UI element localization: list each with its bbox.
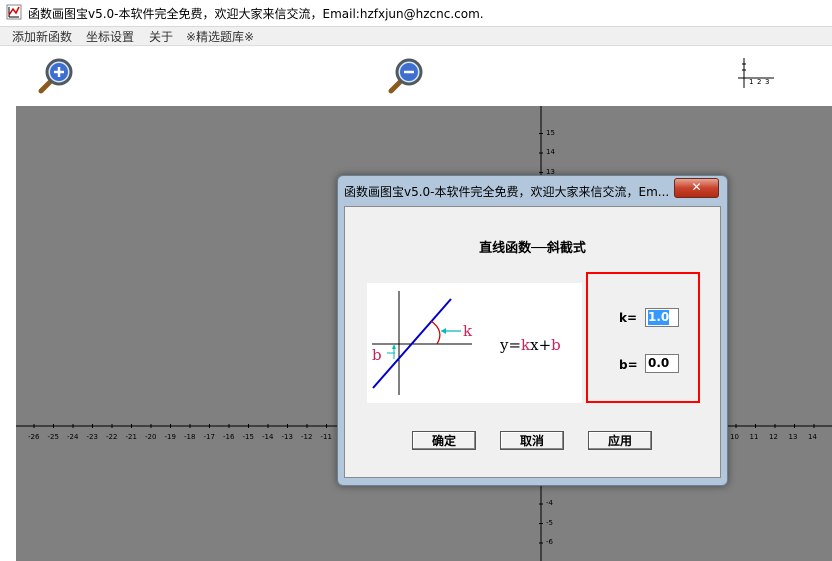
x-tick-label: -13 xyxy=(281,433,293,441)
menu-about[interactable]: 关于 xyxy=(149,28,173,45)
x-tick-label: 14 xyxy=(808,433,817,441)
app-icon xyxy=(6,4,22,20)
x-tick-label: -20 xyxy=(145,433,157,441)
slope-intercept-figure: k b y=kx+b xyxy=(367,283,582,403)
x-tick-label: -22 xyxy=(106,433,118,441)
x-tick-label: 11 xyxy=(749,433,759,441)
x-tick-label: -16 xyxy=(223,433,235,441)
figure-label-k: k xyxy=(463,322,473,340)
axes-icon-tick-1: 1 xyxy=(749,78,753,86)
x-tick-label: 10 xyxy=(730,433,739,441)
parameter-highlight xyxy=(586,272,700,403)
x-tick-label: -25 xyxy=(47,433,59,441)
x-tick-label: -15 xyxy=(242,433,254,441)
close-button[interactable]: ✕ xyxy=(674,178,719,198)
x-tick-label: -18 xyxy=(184,433,196,441)
y-tick-label: -4 xyxy=(546,499,553,507)
x-tick-label: -14 xyxy=(262,433,274,441)
axes-icon-tick-3: 3 xyxy=(765,78,769,86)
x-tick-label: -11 xyxy=(320,433,332,441)
x-tick-label: -12 xyxy=(301,433,313,441)
equation: y=kx+b xyxy=(499,336,561,354)
cancel-button[interactable]: 取消 xyxy=(500,431,564,450)
y-tick-label: 15 xyxy=(546,128,555,137)
apply-button[interactable]: 应用 xyxy=(588,431,652,450)
x-tick-label: 13 xyxy=(788,433,798,441)
b-input-value: 0.0 xyxy=(648,356,670,370)
menu-question-bank[interactable]: ※精选题库※ xyxy=(186,28,254,45)
zoom-in-icon[interactable] xyxy=(36,56,76,96)
dialog-heading: 直线函数──斜截式 xyxy=(479,241,586,256)
x-tick-label: -21 xyxy=(125,433,137,441)
ok-button[interactable]: 确定 xyxy=(412,431,476,450)
x-tick-label: -24 xyxy=(67,433,79,441)
y-tick-label: 14 xyxy=(546,148,555,156)
linear-function-dialog: 函数画图宝v5.0-本软件完全免费，欢迎大家来信交流，Em... ✕ 直线函数─… xyxy=(337,175,728,486)
axes-icon-tick-2: 2 xyxy=(757,78,761,86)
axes-icon[interactable]: 1 2 3 xyxy=(736,56,776,90)
dialog-title: 函数画图宝v5.0-本软件完全免费，欢迎大家来信交流，Em... xyxy=(344,185,670,199)
left-strip xyxy=(0,106,16,561)
k-input-value: 1.0 xyxy=(648,310,670,325)
b-label: b= xyxy=(619,358,638,372)
title-bar: 函数画图宝v5.0-本软件完全免费，欢迎大家来信交流，Email:hzfxjun… xyxy=(0,0,832,27)
x-tick-label: -26 xyxy=(28,433,40,441)
dialog-body: 直线函数──斜截式 k b y=kx+b k= 1.0 b= 0.0 确定 取消… xyxy=(344,206,721,478)
zoom-out-icon[interactable] xyxy=(386,56,426,96)
x-tick-label: 12 xyxy=(769,433,778,441)
menu-add-function[interactable]: 添加新函数 xyxy=(12,28,72,45)
k-input[interactable]: 1.0 xyxy=(645,308,679,327)
menu-axis-settings[interactable]: 坐标设置 xyxy=(86,28,134,45)
window-title: 函数画图宝v5.0-本软件完全免费，欢迎大家来信交流，Email:hzfxjun… xyxy=(28,7,484,21)
b-input[interactable]: 0.0 xyxy=(645,354,679,373)
x-tick-label: -23 xyxy=(86,433,98,441)
x-tick-label: -17 xyxy=(203,433,215,441)
x-tick-label: -19 xyxy=(164,433,176,441)
y-tick-label: -6 xyxy=(546,538,553,546)
y-tick-label: -5 xyxy=(546,518,553,527)
k-label: k= xyxy=(619,311,638,325)
toolbar xyxy=(0,46,832,106)
figure-label-b: b xyxy=(372,346,382,364)
menu-bar: 添加新函数 坐标设置 关于 ※精选题库※ xyxy=(0,27,832,46)
